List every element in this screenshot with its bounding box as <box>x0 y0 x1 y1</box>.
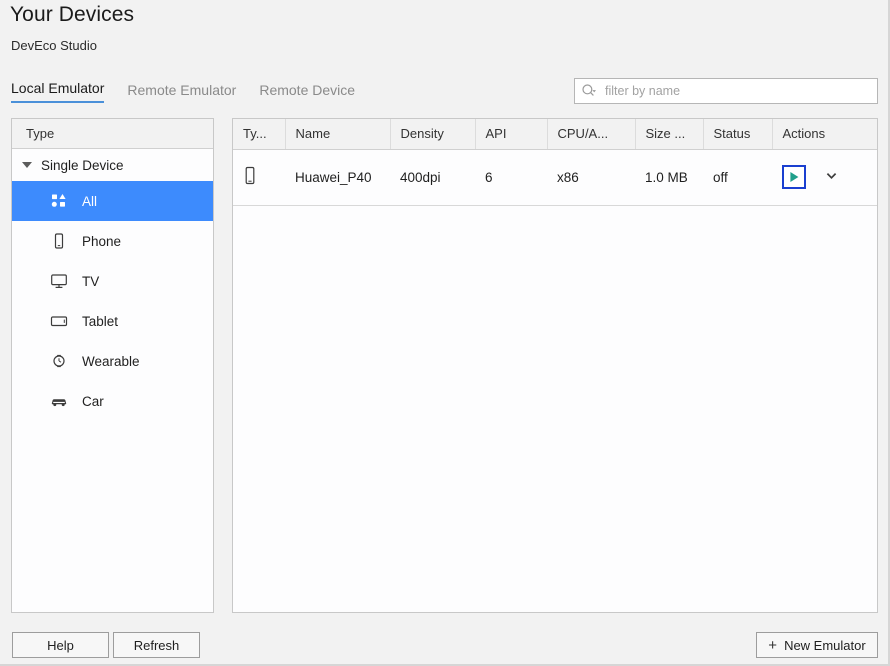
cell-type <box>233 149 285 206</box>
type-column-header: Type <box>12 119 213 149</box>
page-title: Your Devices <box>10 3 135 26</box>
tab-remote-device[interactable]: Remote Device <box>259 82 355 103</box>
search-icon[interactable] <box>581 83 597 99</box>
watch-icon <box>50 352 68 370</box>
device-type-panel: Type Single Device All Phone TV Tablet W… <box>11 118 214 613</box>
cell-size: 1.0 MB <box>635 149 703 206</box>
sidebar-item-tv[interactable]: TV <box>12 261 213 301</box>
sidebar-item-label: Tablet <box>82 313 119 329</box>
column-header-actions[interactable]: Actions <box>772 119 877 150</box>
tree-node-label: Single Device <box>41 157 124 173</box>
tab-remote-emulator[interactable]: Remote Emulator <box>127 82 236 103</box>
run-icon[interactable] <box>782 165 806 189</box>
sidebar-item-tablet[interactable]: Tablet <box>12 301 213 341</box>
tablet-icon <box>50 312 68 330</box>
cell-cpu: x86 <box>547 149 635 206</box>
phone-icon <box>243 166 257 189</box>
help-button[interactable]: Help <box>12 632 109 658</box>
new-emulator-button[interactable]: + New Emulator <box>756 632 878 658</box>
phone-icon <box>50 232 68 250</box>
chevron-down-icon[interactable] <box>824 168 839 186</box>
search-placeholder: filter by name <box>605 83 681 98</box>
all-devices-icon <box>50 192 68 210</box>
column-header-name[interactable]: Name <box>285 119 391 150</box>
table-header-row: Ty... Name Density API CPU/A... Size ...… <box>233 119 877 150</box>
cell-actions <box>772 149 877 206</box>
plus-icon: + <box>768 636 778 654</box>
chevron-down-icon[interactable] <box>22 162 32 168</box>
devices-window: Your Devices DevEco Studio Local Emulato… <box>0 0 890 666</box>
column-header-cpu[interactable]: CPU/A... <box>547 119 636 150</box>
tab-bar: Local Emulator Remote Emulator Remote De… <box>11 80 355 103</box>
table-row[interactable]: Huawei_P40 400dpi 6 x86 1.0 MB off <box>233 149 877 206</box>
device-list-panel: Ty... Name Density API CPU/A... Size ...… <box>232 118 878 613</box>
sidebar-item-car[interactable]: Car <box>12 381 213 421</box>
sidebar-item-wearable[interactable]: Wearable <box>12 341 213 381</box>
column-header-size[interactable]: Size ... <box>635 119 704 150</box>
search-input[interactable]: filter by name <box>574 78 878 104</box>
sidebar-item-label: Car <box>82 393 104 409</box>
column-header-density[interactable]: Density <box>390 119 476 150</box>
page-subtitle: DevEco Studio <box>11 38 97 53</box>
cell-density: 400dpi <box>390 149 475 206</box>
cell-api: 6 <box>475 149 547 206</box>
tab-local-emulator[interactable]: Local Emulator <box>11 80 105 103</box>
car-icon <box>50 392 68 410</box>
sidebar-item-label: TV <box>82 273 100 289</box>
sidebar-item-all[interactable]: All <box>12 181 213 221</box>
cell-name[interactable]: Huawei_P40 <box>285 149 390 206</box>
refresh-button[interactable]: Refresh <box>113 632 200 658</box>
sidebar-item-label: Phone <box>82 233 122 249</box>
tree-node-single-device[interactable]: Single Device <box>12 149 213 181</box>
sidebar-item-phone[interactable]: Phone <box>12 221 213 261</box>
column-header-type[interactable]: Ty... <box>233 119 286 150</box>
tv-icon <box>50 272 68 290</box>
column-header-status[interactable]: Status <box>703 119 773 150</box>
new-emulator-label: New Emulator <box>784 637 866 653</box>
device-table: Ty... Name Density API CPU/A... Size ...… <box>233 119 877 206</box>
column-header-api[interactable]: API <box>475 119 548 150</box>
sidebar-item-label: Wearable <box>82 353 140 369</box>
cell-status: off <box>703 149 772 206</box>
sidebar-item-label: All <box>82 193 98 209</box>
